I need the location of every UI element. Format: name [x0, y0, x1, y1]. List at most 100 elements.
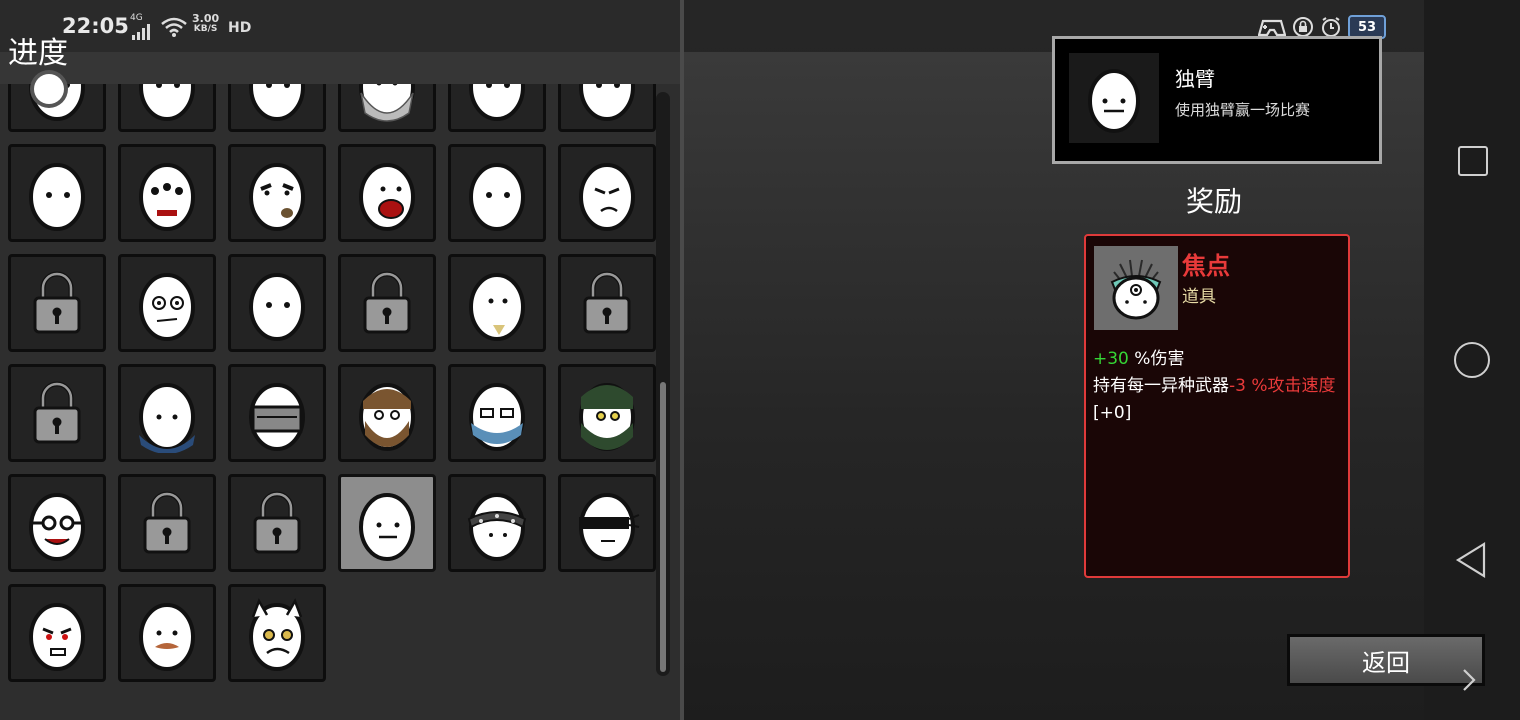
open-mouth-face-icon — [359, 163, 415, 231]
character-slot-sad[interactable] — [558, 144, 656, 242]
padlock-icon — [253, 491, 301, 554]
status-time: 22:05 — [62, 14, 129, 38]
item-name: 焦点 — [1182, 252, 1230, 280]
character-slot-helmet[interactable] — [228, 364, 326, 462]
item-stats: +30 %伤害 持有每一异种武器-3 %攻击速度 [+0] — [1093, 346, 1349, 427]
hd-label: HD — [228, 20, 252, 36]
stat-damage-label: %伤害 — [1128, 349, 1185, 369]
recent-apps-button[interactable] — [1458, 146, 1488, 176]
padlock-icon — [33, 381, 81, 444]
network-label: 4G — [130, 13, 143, 23]
plain-face-icon — [469, 84, 525, 121]
character-slot-horned[interactable] — [228, 584, 326, 682]
glasses-mask-face-icon — [469, 383, 525, 451]
goggles-face-icon — [29, 493, 85, 561]
plain-face-icon — [29, 163, 85, 231]
character-slot-ninja[interactable] — [558, 364, 656, 462]
stat-attack-speed-prefix: 持有每一异种武器 — [1093, 376, 1229, 396]
blindfold-face-icon — [579, 493, 640, 561]
character-slot-brow[interactable] — [228, 144, 326, 242]
speed-value: 3.00 — [192, 12, 220, 25]
wide-eyes-face-icon — [139, 273, 195, 341]
character-slot-hairy[interactable] — [338, 364, 436, 462]
character-slot-plain[interactable] — [8, 144, 106, 242]
character-slot-plain[interactable] — [558, 84, 656, 132]
back-nav-button[interactable] — [1454, 542, 1488, 582]
stat-attack-speed-suffix: [+0] — [1093, 403, 1132, 423]
reward-title: 奖励 — [1186, 185, 1243, 218]
character-slot-glasses-mask[interactable] — [448, 364, 546, 462]
character-slot-spikes[interactable] — [448, 474, 546, 572]
speed-unit: KB/S — [193, 24, 218, 34]
character-slot-plain[interactable] — [448, 84, 546, 132]
plain-face-icon — [249, 84, 305, 121]
character-slot-plain[interactable] — [228, 254, 326, 352]
ninja-face-icon — [579, 383, 635, 451]
beard-old-face-icon — [359, 84, 415, 122]
focus-item-icon — [1110, 259, 1162, 320]
locked-character-slot — [8, 364, 106, 462]
plain-face-icon — [139, 84, 195, 121]
character-slot-beard-old[interactable] — [338, 84, 436, 132]
character-grid-viewport — [0, 84, 660, 684]
alarm-icon — [1322, 17, 1340, 37]
mustache-face-icon — [139, 603, 195, 671]
page-title: 进度 — [8, 36, 68, 71]
horned-face-icon — [249, 598, 305, 671]
padlock-icon — [143, 491, 191, 554]
collar-face-icon — [139, 383, 195, 453]
panel-divider — [680, 0, 684, 720]
wifi-icon — [160, 16, 188, 42]
network-speed: 3.00 KB/S — [192, 12, 220, 34]
progress-toggle[interactable] — [34, 74, 64, 104]
controller-icon — [1258, 19, 1286, 37]
character-slot-goatee[interactable] — [448, 254, 546, 352]
angry-face-icon — [29, 603, 85, 671]
character-slot-multi-eyes[interactable] — [118, 144, 216, 242]
achievement-description: 使用独臂赢一场比赛 — [1175, 101, 1311, 119]
multi-eyes-face-icon — [139, 163, 195, 231]
locked-character-slot — [338, 254, 436, 352]
reward-card: 焦点 道具 +30 %伤害 持有每一异种武器-3 %攻击速度 [+0] — [1084, 234, 1350, 578]
back-button[interactable]: 返回 — [1287, 634, 1485, 686]
progress-header — [0, 52, 680, 84]
grid-scrollbar[interactable] — [656, 92, 670, 676]
stat-damage-value: +30 — [1093, 349, 1129, 369]
character-slot-one-arm[interactable] — [338, 474, 436, 572]
chevron-right-icon[interactable] — [1460, 668, 1478, 696]
plain-face-icon — [249, 273, 305, 341]
stat-attack-speed: 持有每一异种武器-3 %攻击速度 [+0] — [1093, 373, 1349, 427]
character-slot-collar[interactable] — [118, 364, 216, 462]
achievement-name: 独臂 — [1175, 67, 1215, 91]
plain-face-icon — [579, 84, 635, 121]
home-button[interactable] — [1454, 342, 1490, 378]
locked-character-slot — [118, 474, 216, 572]
padlock-icon — [583, 271, 631, 334]
lock-icon — [1293, 17, 1313, 37]
locked-character-slot — [228, 474, 326, 572]
stat-attack-speed-value: -3 %攻击速度 — [1229, 376, 1336, 396]
achievement-icon — [1069, 53, 1159, 143]
spikes-face-icon — [467, 493, 527, 561]
character-slot-mustache[interactable] — [118, 584, 216, 682]
back-triangle-icon — [1455, 542, 1486, 578]
hairy-face-icon — [359, 383, 415, 451]
back-button-label: 返回 — [1362, 648, 1410, 677]
character-slot-plain[interactable] — [448, 144, 546, 242]
character-slot-wide-eyes[interactable] — [118, 254, 216, 352]
goatee-face-icon — [469, 273, 525, 341]
achievement-card: 独臂 使用独臂赢一场比赛 — [1052, 36, 1382, 164]
padlock-icon — [33, 271, 81, 334]
signal-icon: 4G — [130, 14, 152, 41]
character-slot-open-mouth[interactable] — [338, 144, 436, 242]
battery-level: 53 — [1357, 19, 1377, 35]
locked-character-slot — [558, 254, 656, 352]
scroll-thumb[interactable] — [660, 382, 666, 672]
character-slot-plain[interactable] — [228, 84, 326, 132]
sad-face-icon — [579, 163, 635, 231]
character-slot-angry[interactable] — [8, 584, 106, 682]
character-slot-goggles[interactable] — [8, 474, 106, 572]
character-slot-blindfold[interactable] — [558, 474, 656, 572]
one-arm-face-icon — [1088, 69, 1140, 133]
character-slot-plain[interactable] — [118, 84, 216, 132]
